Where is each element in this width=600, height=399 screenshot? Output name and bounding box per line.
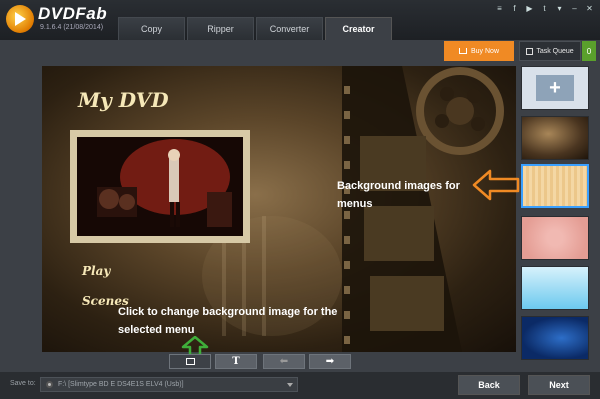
next-menu-button[interactable]: ➡ [309, 354, 351, 369]
task-count-badge: 0 [582, 41, 596, 61]
youtube-icon[interactable]: ▶ [525, 4, 534, 13]
save-to-dropdown[interactable]: F:\ [Slimtype BD E DS4E1S ELV4 (Usb)] [40, 377, 298, 392]
settings-icon[interactable]: ≡ [495, 4, 504, 13]
chevron-down-icon [287, 383, 293, 387]
save-to-label: Save to: [10, 380, 36, 387]
add-plus-icon: + [536, 75, 574, 101]
arrow-left-icon: ⬅ [279, 356, 289, 367]
back-button[interactable]: Back [458, 375, 520, 395]
dvdfab-logo-icon [6, 5, 34, 33]
close-icon[interactable]: ✕ [585, 4, 594, 13]
app-version: 9.1.6.4 (21/08/2014) [40, 24, 104, 31]
buy-now-label: Buy Now [470, 47, 499, 55]
annotation-background-images: Background images for menus [337, 180, 460, 210]
background-thumb-beige[interactable] [521, 164, 589, 208]
cart-icon [458, 48, 467, 54]
menu-icon[interactable]: ▾ [555, 4, 564, 13]
orange-arrow-icon [472, 169, 520, 201]
buy-now-button[interactable]: Buy Now [444, 41, 514, 61]
previous-menu-button[interactable]: ⬅ [263, 354, 305, 369]
background-thumb-film[interactable] [521, 116, 589, 160]
background-thumb-blue[interactable] [521, 316, 589, 360]
next-button[interactable]: Next [528, 375, 590, 395]
task-queue-label: Task Queue [536, 47, 574, 55]
disc-icon [46, 381, 53, 388]
minimize-icon[interactable]: – [570, 4, 579, 13]
module-tabs: Copy Ripper Converter Creator [118, 17, 394, 40]
tab-converter[interactable]: Converter [256, 17, 323, 40]
background-thumb-pink[interactable] [521, 216, 589, 260]
app-brand: DVDFab [38, 4, 108, 23]
menu-photo-frame[interactable] [70, 130, 250, 243]
add-background-button[interactable]: + [521, 66, 589, 110]
text-icon: T [232, 356, 240, 367]
title-bar: DVDFab 9.1.6.4 (21/08/2014) Copy Ripper … [0, 0, 600, 40]
tab-creator[interactable]: Creator [325, 17, 392, 40]
tab-copy[interactable]: Copy [118, 17, 185, 40]
window-controls: ≡ f ▶ t ▾ – ✕ [495, 4, 594, 13]
annotation-change-background: Click to change background image for the… [118, 306, 338, 336]
menu-play-text[interactable]: Play [82, 264, 110, 278]
background-thumbnails: + [521, 66, 589, 362]
twitter-icon[interactable]: t [540, 4, 549, 13]
add-text-button[interactable]: T [215, 354, 257, 369]
save-to-value: F:\ [Slimtype BD E DS4E1S ELV4 (Usb)] [58, 381, 184, 388]
arrow-right-icon: ➡ [325, 356, 335, 367]
green-arrow-icon [181, 336, 209, 356]
task-queue-button[interactable]: Task Queue [519, 41, 581, 61]
tab-ripper[interactable]: Ripper [187, 17, 254, 40]
task-queue-icon [526, 47, 534, 55]
concert-photo-art [77, 137, 243, 236]
menu-title-text[interactable]: My DVD [78, 88, 169, 112]
facebook-icon[interactable]: f [510, 4, 519, 13]
image-icon [185, 358, 195, 365]
concert-photo [77, 137, 243, 236]
background-thumb-lightblue[interactable] [521, 266, 589, 310]
change-background-button[interactable] [169, 354, 211, 369]
